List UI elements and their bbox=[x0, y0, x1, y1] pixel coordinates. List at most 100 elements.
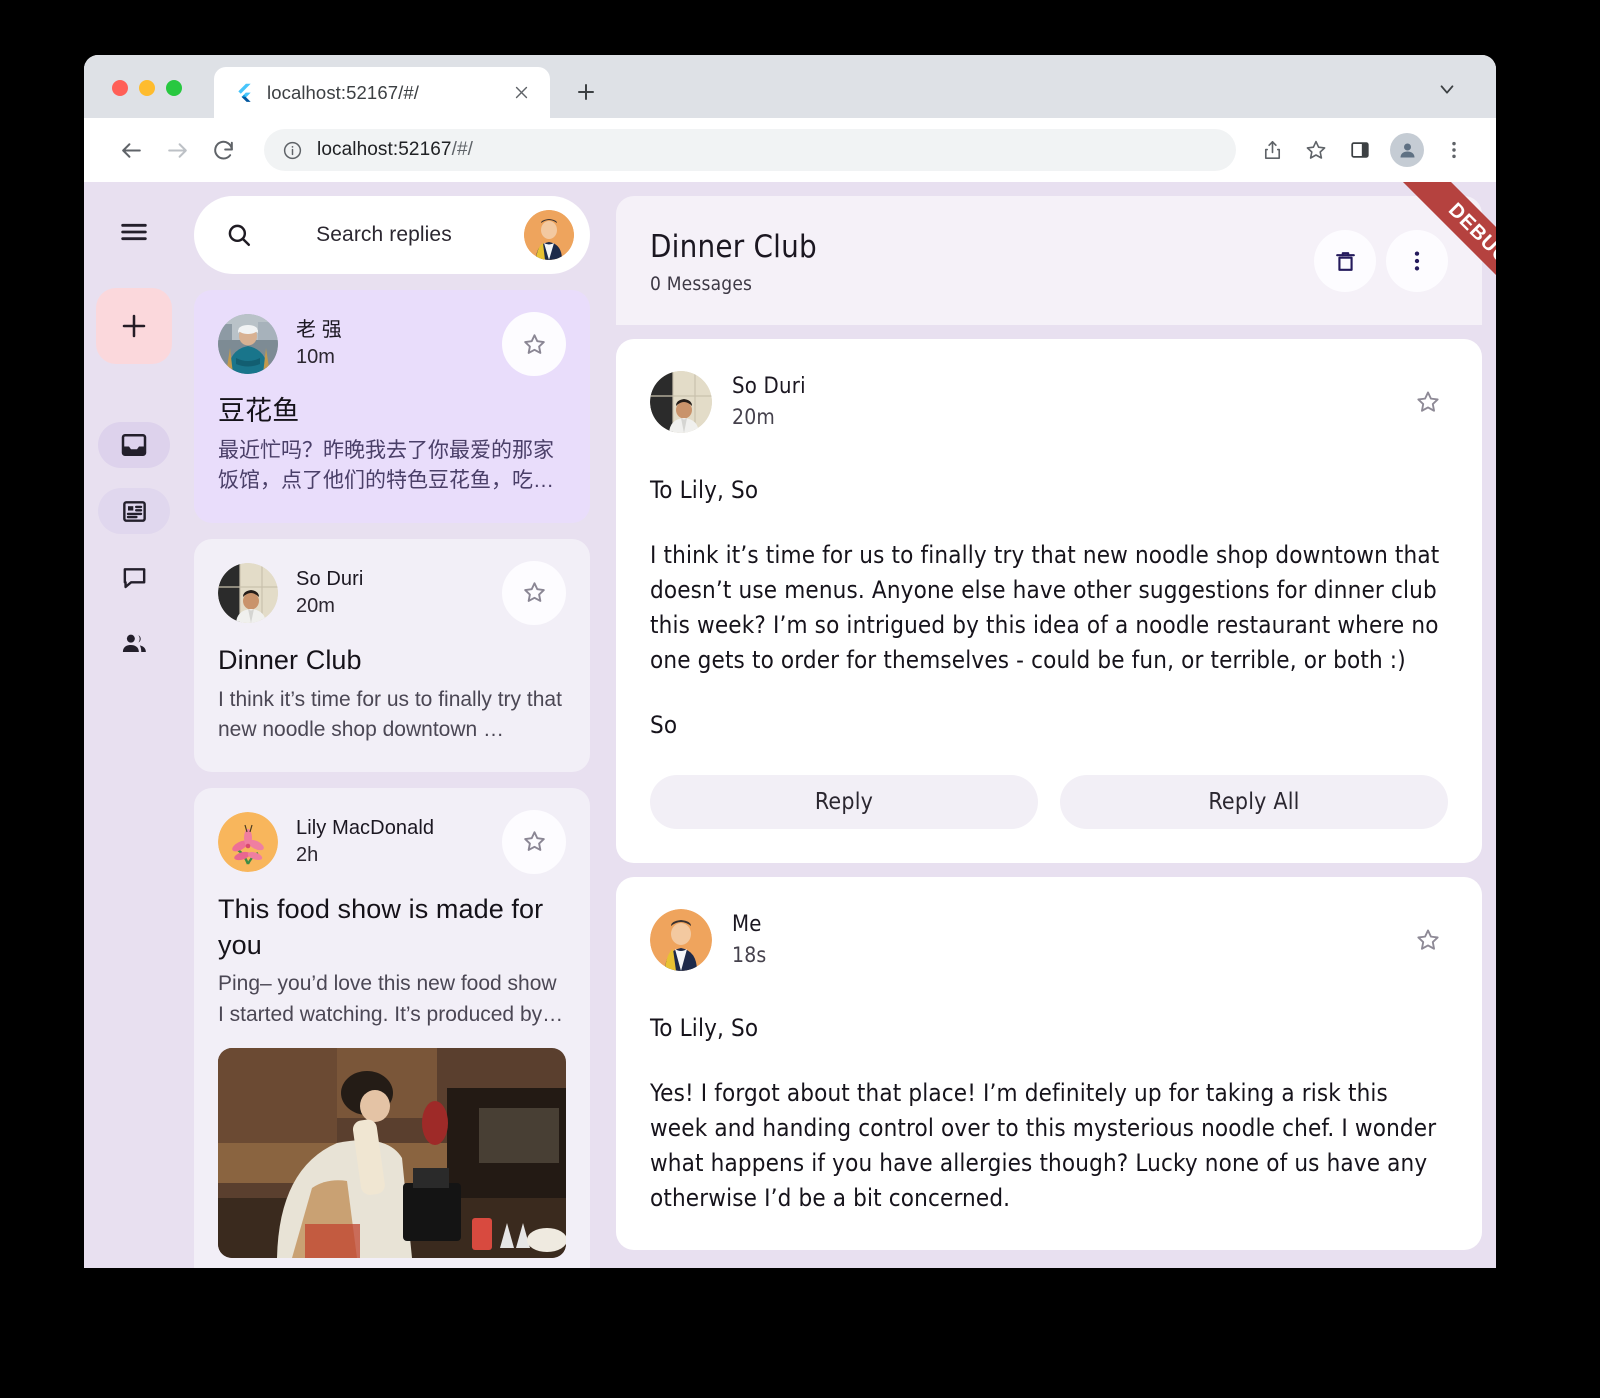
browser-window: localhost:52167/#/ bbox=[84, 55, 1496, 1268]
search-input[interactable]: Search replies bbox=[256, 223, 524, 247]
mail-snippet: Ping– you’d love this new food show I st… bbox=[218, 969, 566, 1030]
mail-timestamp: 20m bbox=[296, 594, 484, 619]
mail-list-item-meta: 老 强 10m bbox=[296, 318, 484, 370]
message-sender-name: Me bbox=[732, 911, 1388, 939]
flutter-logo-icon bbox=[234, 82, 254, 103]
more-options-button[interactable] bbox=[1386, 230, 1448, 292]
star-button[interactable] bbox=[1408, 382, 1448, 422]
reload-icon[interactable] bbox=[202, 129, 244, 171]
browser-tab-strip: localhost:52167/#/ bbox=[84, 55, 1496, 118]
message-header: So Duri 20m bbox=[650, 371, 1448, 433]
message-recipients: To Lily, So bbox=[650, 473, 1448, 508]
mail-subject: This food show is made for you bbox=[218, 892, 566, 963]
mail-timestamp: 2h bbox=[296, 843, 484, 868]
share-icon[interactable] bbox=[1252, 130, 1292, 170]
user-avatar-me bbox=[650, 909, 712, 971]
window-minimize-button[interactable] bbox=[139, 80, 155, 96]
compose-button[interactable] bbox=[96, 288, 172, 364]
hamburger-menu-icon[interactable] bbox=[106, 204, 162, 260]
detail-header-actions bbox=[1314, 230, 1448, 292]
sidebar-item-chat[interactable] bbox=[98, 554, 170, 600]
mail-list-item-header: Lily MacDonald 2h bbox=[218, 810, 566, 874]
app-root: DEBUG bbox=[84, 182, 1496, 1268]
navigation-rail bbox=[84, 182, 184, 1268]
sidebar-item-people[interactable] bbox=[98, 620, 170, 666]
mail-list-pane: Search replies bbox=[184, 182, 604, 1268]
close-icon[interactable] bbox=[508, 80, 534, 106]
three-dots-vertical-icon[interactable] bbox=[1434, 130, 1474, 170]
mail-timestamp: 10m bbox=[296, 345, 484, 370]
sidebar-item-inbox[interactable] bbox=[98, 422, 170, 468]
trash-icon bbox=[1332, 248, 1359, 275]
message-timestamp: 20m bbox=[732, 404, 1388, 430]
mail-sender-name: 老 强 bbox=[296, 318, 484, 343]
window-maximize-button[interactable] bbox=[166, 80, 182, 96]
reply-all-button[interactable]: Reply All bbox=[1060, 775, 1448, 829]
mail-subject: 豆花鱼 bbox=[218, 394, 566, 430]
star-button[interactable] bbox=[502, 312, 566, 376]
mail-list-item[interactable]: Lily MacDonald 2h This food show is made… bbox=[194, 788, 590, 1268]
detail-header: Dinner Club 0 Messages bbox=[616, 196, 1482, 325]
browser-toolbar: localhost:52167/#/ bbox=[84, 118, 1496, 182]
avatar-lao-qiang bbox=[218, 314, 278, 374]
mail-detail-pane: Dinner Club 0 Messages bbox=[604, 182, 1496, 1268]
chat-bubble-icon bbox=[120, 563, 149, 592]
mail-snippet: I think it’s time for us to finally try … bbox=[218, 685, 566, 746]
browser-tab[interactable]: localhost:52167/#/ bbox=[214, 67, 550, 118]
page-title: Dinner Club bbox=[650, 230, 1314, 266]
mail-subject: Dinner Club bbox=[218, 643, 566, 679]
user-avatar-me[interactable] bbox=[524, 210, 574, 260]
mail-list-item-header: 老 强 10m bbox=[218, 312, 566, 376]
message-header: Me 18s bbox=[650, 909, 1448, 971]
detail-header-text: Dinner Club 0 Messages bbox=[650, 230, 1314, 295]
arrow-right-icon[interactable] bbox=[156, 129, 198, 171]
window-close-button[interactable] bbox=[112, 80, 128, 96]
info-circle-icon[interactable] bbox=[282, 140, 303, 161]
address-bar[interactable]: localhost:52167/#/ bbox=[264, 129, 1236, 171]
sidebar-item-articles[interactable] bbox=[98, 488, 170, 534]
avatar-so-duri bbox=[650, 371, 712, 433]
mail-list-item-header: So Duri 20m bbox=[218, 561, 566, 625]
message-body: To Lily, So I think it’s time for us to … bbox=[650, 473, 1448, 743]
message-card: Me 18s To Lily, So Yes! I forgot about t… bbox=[616, 877, 1482, 1250]
avatar-so-duri bbox=[218, 563, 278, 623]
star-outline-icon bbox=[1414, 926, 1442, 954]
window-traffic-lights bbox=[112, 80, 182, 96]
message-signature: So bbox=[650, 708, 1448, 743]
mail-attachment-thumbnail[interactable] bbox=[218, 1048, 566, 1258]
star-button[interactable] bbox=[502, 561, 566, 625]
people-icon bbox=[120, 629, 149, 658]
profile-avatar[interactable] bbox=[1390, 133, 1424, 167]
star-outline-icon bbox=[521, 828, 548, 855]
message-text: I think it’s time for us to finally try … bbox=[650, 538, 1448, 678]
message-sender-name: So Duri bbox=[732, 373, 1388, 401]
message-text: Yes! I forgot about that place! I’m defi… bbox=[650, 1076, 1448, 1216]
message-recipients: To Lily, So bbox=[650, 1011, 1448, 1046]
avatar-lily-flower bbox=[218, 812, 278, 872]
message-meta: So Duri 20m bbox=[732, 373, 1388, 430]
star-outline-icon bbox=[1414, 388, 1442, 416]
inbox-filled-icon bbox=[119, 430, 149, 460]
delete-button[interactable] bbox=[1314, 230, 1376, 292]
arrow-left-icon[interactable] bbox=[110, 129, 152, 171]
new-tab-button[interactable] bbox=[568, 74, 604, 110]
message-card: So Duri 20m To Lily, So I think it’s tim… bbox=[616, 339, 1482, 863]
star-button[interactable] bbox=[1408, 920, 1448, 960]
chevron-down-icon[interactable] bbox=[1432, 74, 1462, 104]
star-outline-icon[interactable] bbox=[1296, 130, 1336, 170]
reply-button[interactable]: Reply bbox=[650, 775, 1038, 829]
search-icon bbox=[222, 218, 256, 252]
message-timestamp: 18s bbox=[732, 942, 1388, 968]
search-bar[interactable]: Search replies bbox=[194, 196, 590, 274]
side-panel-icon[interactable] bbox=[1340, 130, 1380, 170]
mail-sender-name: So Duri bbox=[296, 567, 484, 592]
star-button[interactable] bbox=[502, 810, 566, 874]
message-actions: Reply Reply All bbox=[650, 775, 1448, 829]
plus-icon bbox=[118, 310, 150, 342]
mail-list-item[interactable]: 老 强 10m 豆花鱼 最近忙吗？昨晚我去了你最爱的那家饭馆，点了他们的特色豆花… bbox=[194, 290, 590, 523]
mail-list-item[interactable]: So Duri 20m Dinner Club I think it’s tim… bbox=[194, 539, 590, 772]
message-count: 0 Messages bbox=[650, 273, 1314, 295]
browser-tab-title: localhost:52167/#/ bbox=[267, 82, 495, 104]
message-meta: Me 18s bbox=[732, 911, 1388, 968]
article-icon bbox=[120, 497, 149, 526]
